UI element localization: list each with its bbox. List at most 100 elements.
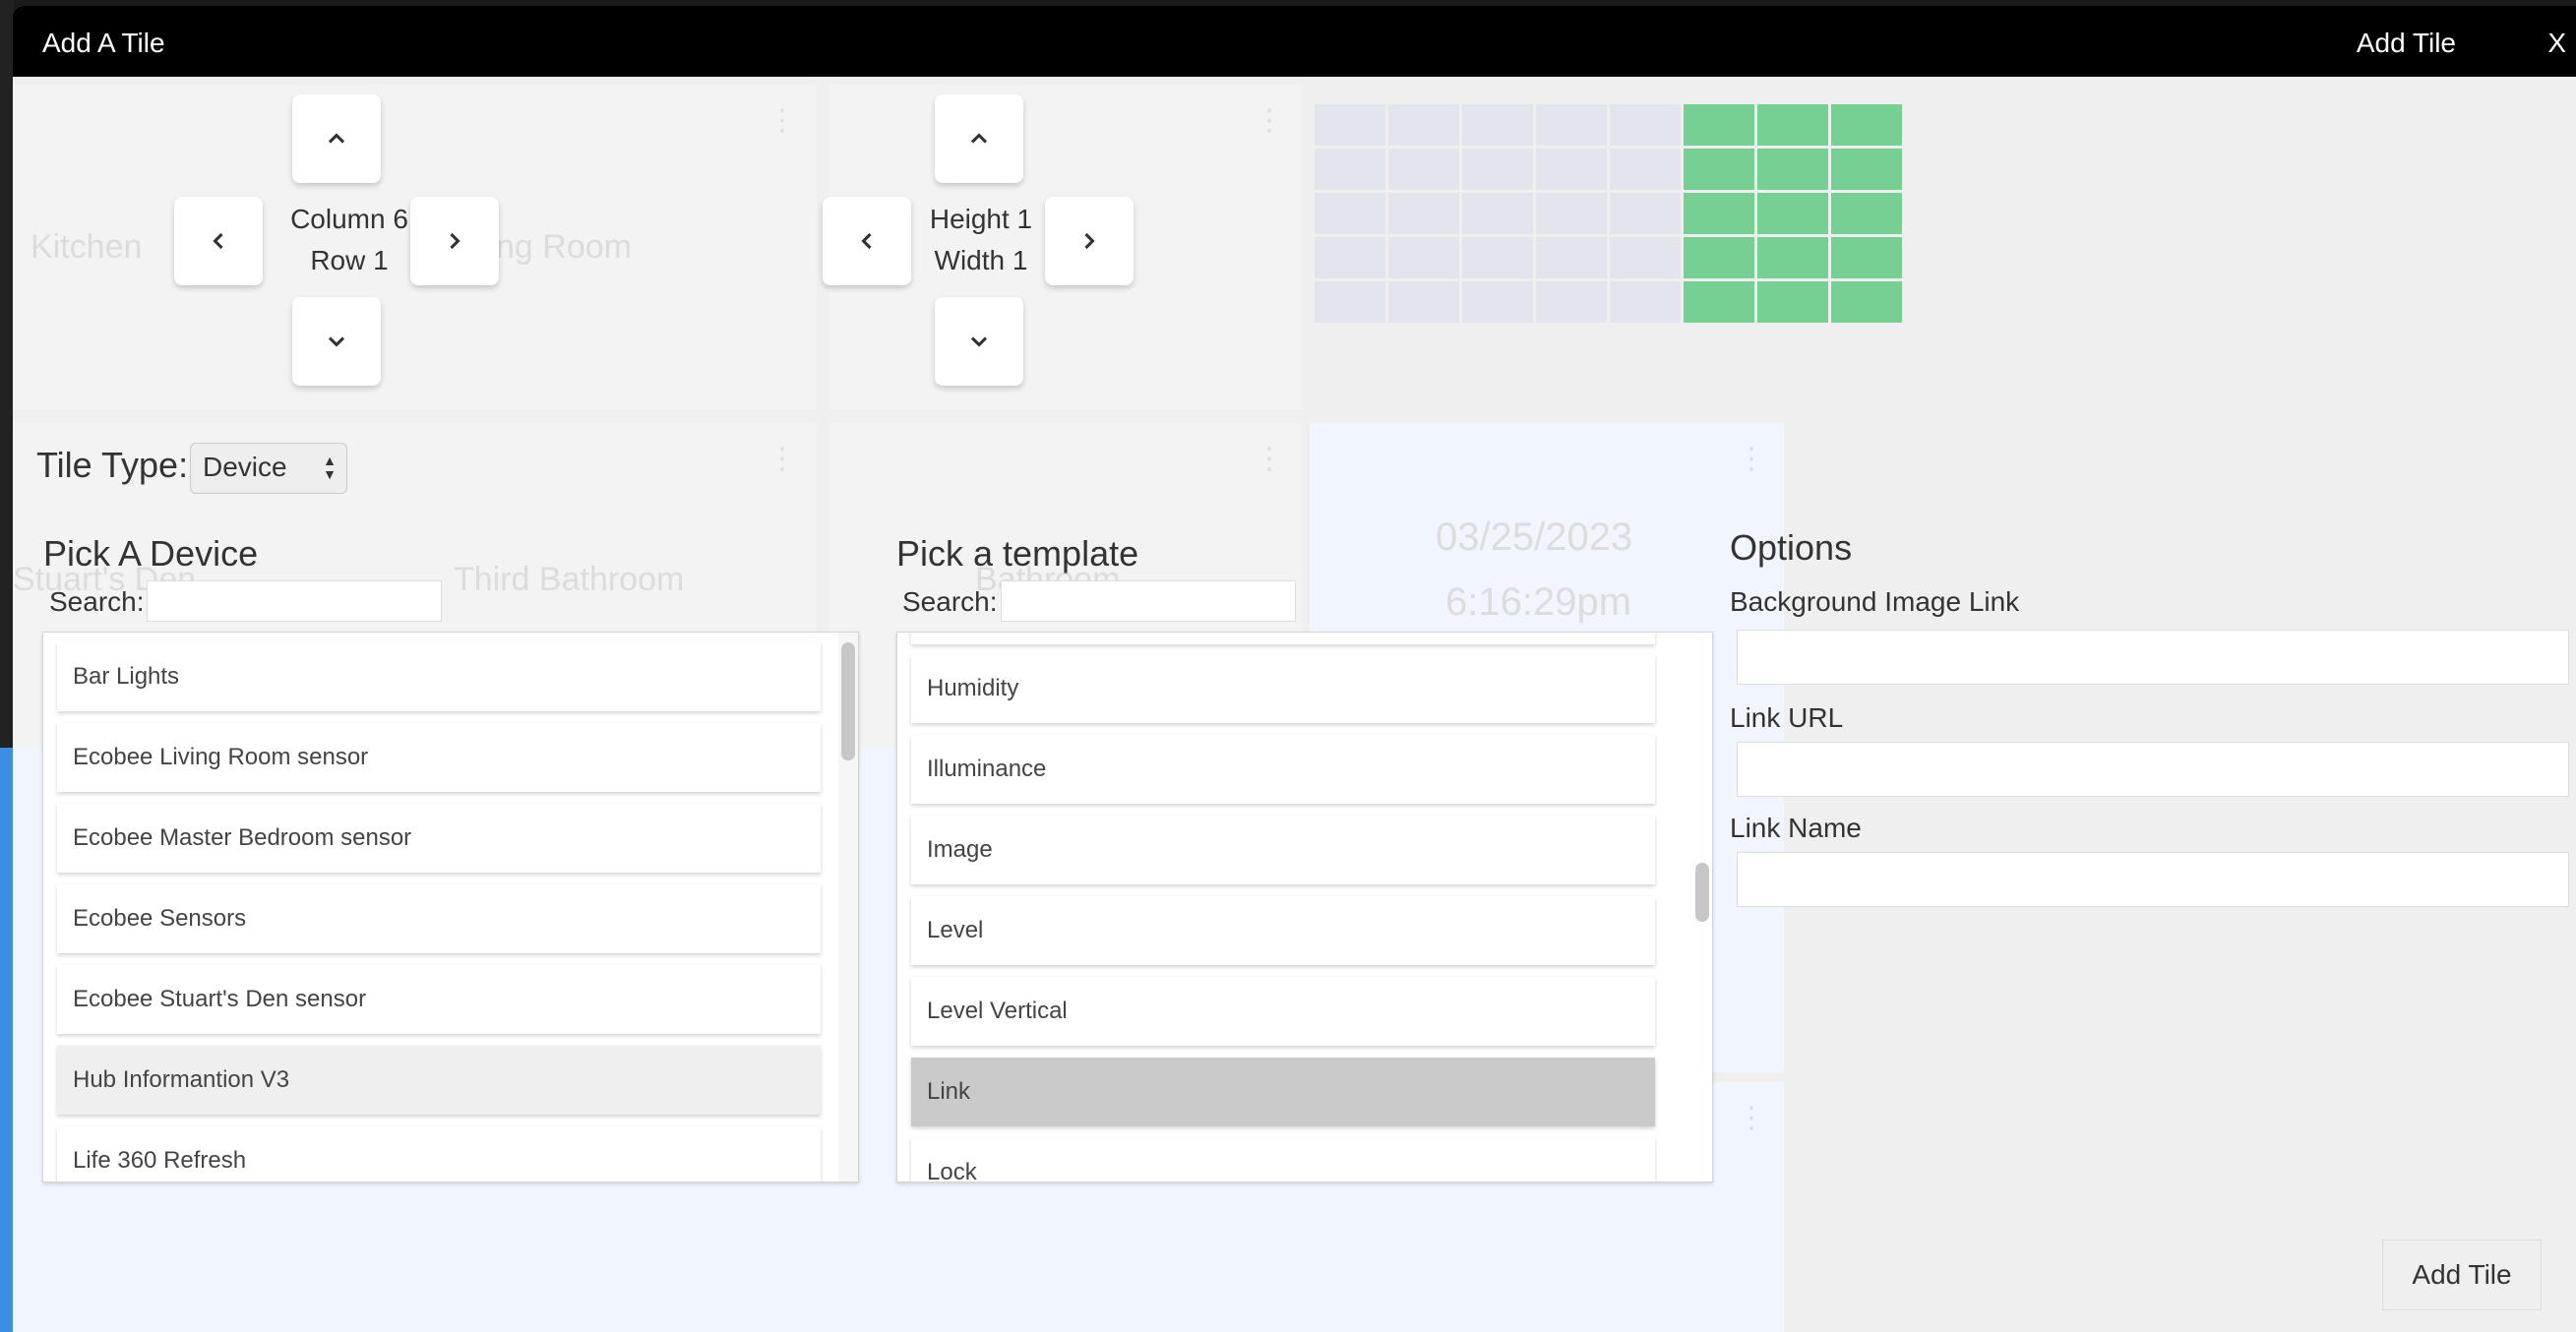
template-list-scrollbar[interactable] [1692, 633, 1712, 1181]
grid-cell [1610, 149, 1681, 190]
dialog-title: Add A Tile [42, 28, 165, 58]
titlebar-add-tile-button[interactable]: Add Tile [2357, 28, 2456, 59]
more-vertical-icon: ⋮ [767, 443, 797, 475]
grid-cell [1536, 149, 1607, 190]
chevron-up-icon [970, 133, 988, 144]
chevron-down-icon [328, 336, 345, 347]
grid-cell [1462, 149, 1533, 190]
more-vertical-icon: ⋮ [767, 104, 797, 137]
height-up-button[interactable] [935, 94, 1023, 183]
grid-cell-highlighted [1831, 193, 1902, 234]
grid-cell [1536, 281, 1607, 323]
row-label: Row 1 [310, 245, 389, 275]
background-tile-label: Kitchen [31, 228, 143, 266]
more-vertical-icon: ⋮ [1255, 443, 1284, 475]
grid-cell [1388, 193, 1459, 234]
more-vertical-icon: ⋮ [1255, 104, 1284, 137]
chevron-down-icon [970, 336, 988, 347]
tile-type-select[interactable]: Device ▲ ▼ [190, 443, 347, 494]
chevron-up-icon [328, 133, 345, 144]
background-tile-label: Third Bathroom [454, 561, 685, 598]
device-list-item[interactable]: Hub Informantion V3 [57, 1046, 821, 1115]
template-list: Humidity Illuminance Image Level Level Verti… [896, 632, 1713, 1182]
template-list-item[interactable]: Illuminance [911, 735, 1655, 804]
grid-cell [1610, 104, 1681, 146]
device-list-item[interactable]: Bar Lights [57, 642, 821, 711]
column-left-button[interactable] [174, 197, 263, 285]
device-list-scroll-thumb[interactable] [841, 642, 855, 760]
list-item-partial [911, 633, 1655, 644]
column-label: Column 6 [290, 204, 408, 234]
grid-cell-highlighted [1757, 193, 1828, 234]
grid-cell-highlighted [1684, 193, 1754, 234]
options-title: Options [1730, 527, 1853, 568]
column-row-down-button[interactable] [292, 297, 381, 386]
grid-cell [1388, 281, 1459, 323]
grid-cell-highlighted [1757, 104, 1828, 146]
device-list-item[interactable]: Ecobee Stuart's Den sensor [57, 965, 821, 1034]
device-search-label: Search: [49, 586, 145, 617]
link-name-label: Link Name [1730, 813, 1862, 843]
template-list-item[interactable]: Lock [911, 1138, 1655, 1181]
grid-cell [1315, 281, 1385, 323]
add-tile-dialog: Add A Tile Add Tile X Kitchen Living Roo… [13, 6, 2576, 1332]
device-list-item[interactable]: Ecobee Master Bedroom sensor [57, 804, 821, 873]
device-search-input[interactable] [147, 580, 442, 622]
background-image-link-label: Background Image Link [1730, 586, 2020, 617]
chevron-right-icon [1084, 232, 1095, 250]
size-readout: Height 1 Width 1 [912, 199, 1050, 281]
template-list-item[interactable]: Image [911, 816, 1655, 884]
link-name-input[interactable] [1737, 852, 2569, 907]
pick-device-title: Pick A Device [43, 533, 259, 574]
link-url-input[interactable] [1737, 742, 2569, 797]
grid-cell [1462, 237, 1533, 278]
device-list-item[interactable]: Life 360 Refresh [57, 1126, 821, 1181]
grid-cell [1388, 149, 1459, 190]
template-list-item[interactable]: Level Vertical [911, 977, 1655, 1046]
device-list: Bar Lights Ecobee Living Room sensor Ecobe… [42, 632, 859, 1182]
grid-cell [1610, 193, 1681, 234]
template-list-scroll-thumb[interactable] [1695, 863, 1709, 922]
template-list-item[interactable]: Level [911, 896, 1655, 965]
column-right-button[interactable] [410, 197, 499, 285]
device-list-item[interactable]: Ecobee Sensors [57, 884, 821, 953]
grid-cell-highlighted [1684, 104, 1754, 146]
position-readout: Column 6 Row 1 [271, 199, 428, 281]
chevron-left-icon [861, 232, 872, 250]
height-down-button[interactable] [935, 297, 1023, 386]
tile-type-value: Device [203, 452, 287, 482]
template-list-item[interactable]: Humidity [911, 654, 1655, 723]
grid-cell-highlighted [1757, 149, 1828, 190]
grid-cell [1462, 281, 1533, 323]
template-list-item[interactable]: Link [911, 1058, 1655, 1126]
grid-cell [1536, 104, 1607, 146]
grid-cell [1536, 193, 1607, 234]
width-right-button[interactable] [1045, 197, 1134, 285]
tile-type-label: Tile Type: [36, 445, 189, 485]
device-list-scrollbar[interactable] [838, 633, 858, 1181]
device-list-item[interactable]: Ecobee Living Room sensor [57, 723, 821, 792]
background-time: 6:16:29pm [1445, 580, 1632, 624]
grid-cell-highlighted [1684, 281, 1754, 323]
background-date: 03/25/2023 [1436, 515, 1633, 559]
grid-cell-highlighted [1684, 237, 1754, 278]
grid-cell [1388, 237, 1459, 278]
link-url-label: Link URL [1730, 702, 1844, 733]
background-image-link-input[interactable] [1737, 630, 2569, 685]
column-row-up-button[interactable] [292, 94, 381, 183]
width-left-button[interactable] [823, 197, 911, 285]
tile-grid-preview [1315, 104, 1902, 323]
template-search-input[interactable] [1001, 580, 1296, 622]
grid-cell [1315, 149, 1385, 190]
pick-template-title: Pick a template [896, 533, 1139, 574]
grid-cell-highlighted [1831, 281, 1902, 323]
grid-cell [1610, 281, 1681, 323]
template-search-label: Search: [902, 586, 998, 617]
grid-cell [1315, 193, 1385, 234]
add-tile-button[interactable]: Add Tile [2382, 1240, 2542, 1310]
select-arrows-icon: ▲ ▼ [323, 453, 337, 482]
chevron-left-icon [213, 232, 223, 250]
grid-cell-highlighted [1757, 237, 1828, 278]
grid-cell-highlighted [1831, 237, 1902, 278]
close-button[interactable]: X [2547, 28, 2566, 59]
